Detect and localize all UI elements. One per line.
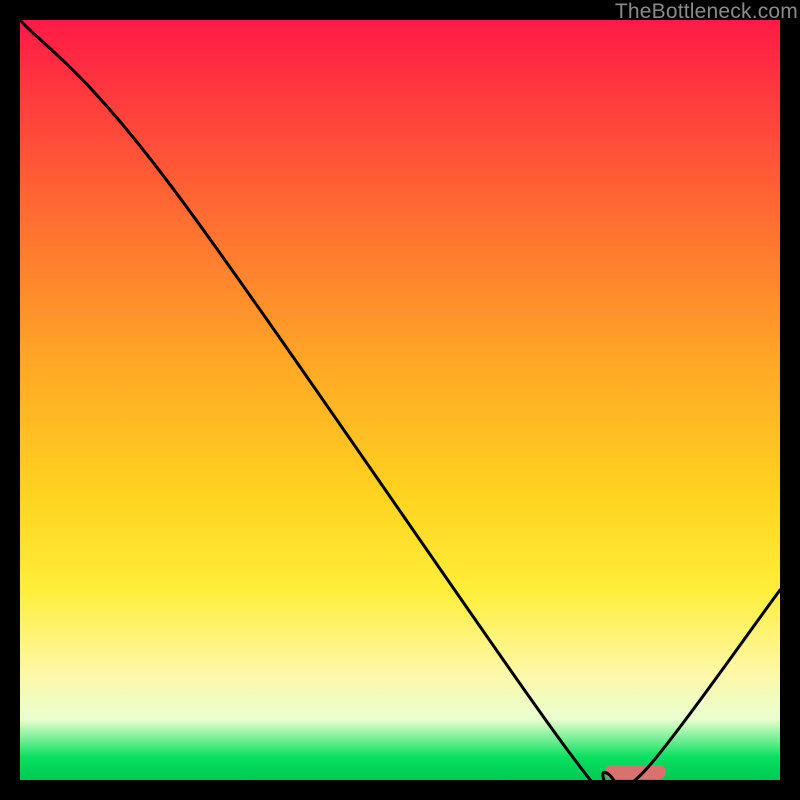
bottleneck-curve-line: [20, 20, 780, 780]
chart-frame: [20, 20, 780, 780]
